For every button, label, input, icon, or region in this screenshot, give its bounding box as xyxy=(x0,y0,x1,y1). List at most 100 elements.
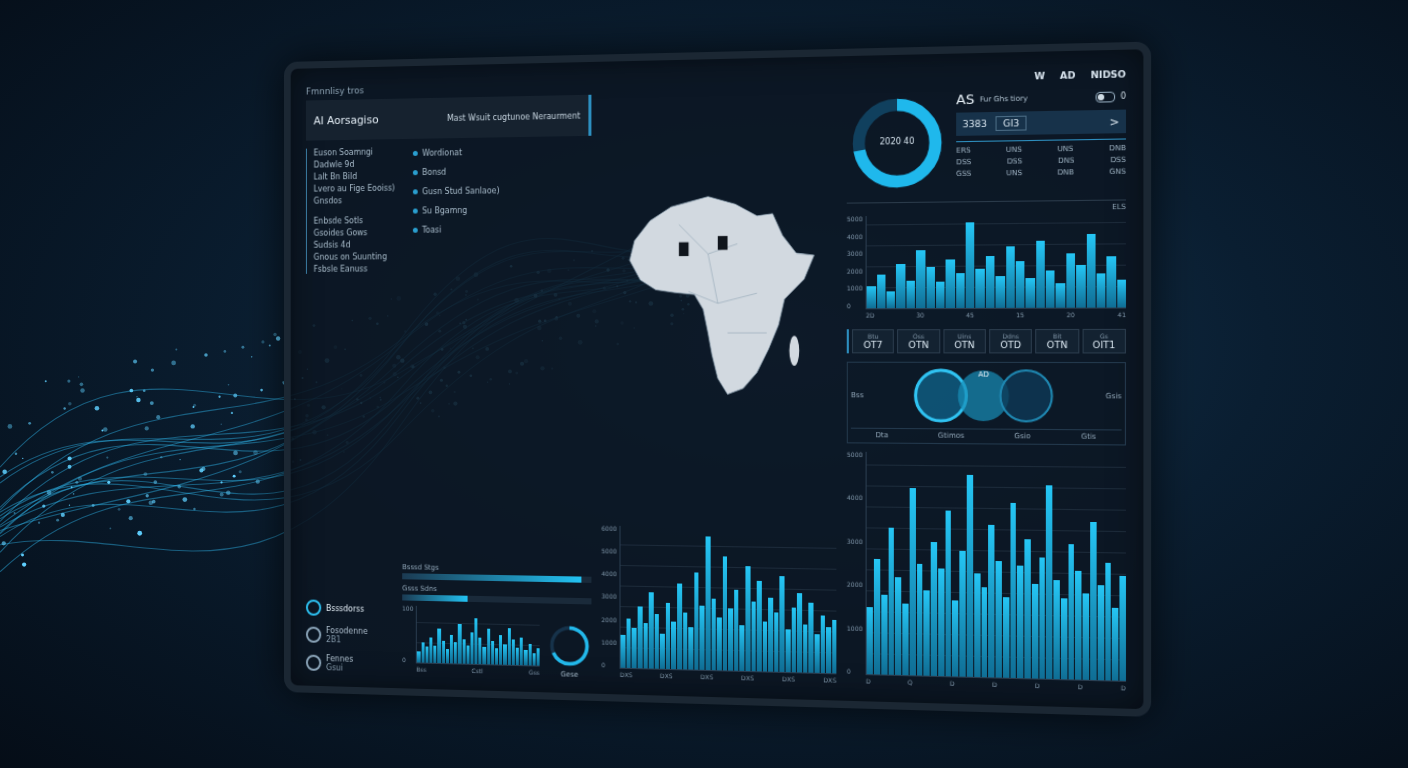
bar xyxy=(902,604,908,675)
nav-item[interactable]: Dadwle 9d xyxy=(314,159,395,169)
tile-value: OIT1 xyxy=(1093,340,1116,351)
africa-map-icon xyxy=(611,178,826,418)
y-tick: 5000 xyxy=(601,548,616,554)
bar xyxy=(1026,278,1035,308)
y-tick: 4000 xyxy=(847,495,863,501)
y-tick: 0 xyxy=(847,668,863,675)
table-cell: ERS xyxy=(956,146,971,155)
nav-item[interactable]: Gsoides Gows xyxy=(314,228,395,238)
gauge: Gese xyxy=(548,623,592,679)
venn-figure: AD xyxy=(868,366,1102,426)
bar xyxy=(1097,274,1106,308)
bar xyxy=(757,580,762,671)
bar xyxy=(528,644,531,666)
nav-item[interactable]: Sudsis 4d xyxy=(314,240,395,250)
bar xyxy=(655,614,660,669)
nav-item[interactable]: Gnsdos xyxy=(314,196,395,206)
bar xyxy=(462,640,465,664)
title: Al Aorsagiso xyxy=(314,113,379,127)
toggle[interactable] xyxy=(1095,91,1115,102)
bullet-dot-icon xyxy=(412,189,417,194)
stage: Fmnnlisy tros Al Aorsagiso Mast Wsuit cu… xyxy=(0,0,1408,768)
nav-list: Euson Soamngi Dadwle 9d Lalt Bn Bild Lvero … xyxy=(306,147,395,274)
bar xyxy=(867,286,876,308)
venn-right-label: Gsis xyxy=(1106,392,1122,401)
tile-label: Btu xyxy=(868,332,879,339)
side-item[interactable]: Fosodenne 2B1 xyxy=(306,626,395,646)
bullet-item[interactable]: Bonsd xyxy=(412,167,499,177)
bar xyxy=(926,267,935,308)
bar xyxy=(520,638,523,665)
side-label: Bsssdorss xyxy=(326,603,364,613)
x-tick: 2D xyxy=(866,312,875,320)
x-tick: 20 xyxy=(1067,312,1075,321)
bottom-left-row: 1000 BssCstlGss Gese xyxy=(402,606,591,680)
bullet-item[interactable]: Su Bgamng xyxy=(412,206,499,216)
bar xyxy=(438,629,441,663)
next-button[interactable]: > xyxy=(1109,114,1119,128)
side-item[interactable]: Bsssdorss xyxy=(306,599,395,617)
bullet-item[interactable]: Toasi xyxy=(412,225,499,235)
x-tick: D xyxy=(866,678,871,687)
bar xyxy=(734,590,739,671)
bar xyxy=(728,609,733,671)
bar xyxy=(524,650,527,665)
bullet-label: Toasi xyxy=(422,225,441,234)
y-axis: 1000 xyxy=(402,606,413,675)
y-axis: 500040003000200010000 xyxy=(847,452,863,687)
side-item[interactable]: Fennes Gsui xyxy=(306,654,395,674)
x-tick: D xyxy=(950,681,955,690)
bullet-item[interactable]: Wordionat xyxy=(412,148,499,159)
bar xyxy=(638,607,643,669)
x-tick: Bss xyxy=(416,666,426,674)
bar xyxy=(956,273,965,308)
table-row: DSSDSSDNSDSS xyxy=(956,156,1126,167)
nav-item[interactable]: Gnous on Suunting xyxy=(314,252,395,262)
nav-item[interactable]: Fsbsle Eanuss xyxy=(314,264,395,274)
y-axis: 500040003000200010000 xyxy=(847,216,863,321)
nav-item[interactable]: Lalt Bn Bild xyxy=(314,171,395,181)
summary-table: ERSUNSUNSDNBDSSDSSDNSDSSGSSUNSDNBGNS xyxy=(956,138,1126,178)
y-tick: 2000 xyxy=(601,617,616,624)
venn-footer-label: Gtis xyxy=(1081,432,1096,441)
bottom-left: Bsssdorss Fosodenne 2B1 Fennes Gsui Bsss… xyxy=(306,561,591,679)
bar xyxy=(1076,264,1085,307)
bar xyxy=(960,551,966,677)
bar xyxy=(1120,576,1126,680)
tile-value: OT7 xyxy=(863,340,882,350)
header: Fmnnlisy tros Al Aorsagiso Mast Wsuit cu… xyxy=(306,80,591,140)
bar xyxy=(1090,522,1096,680)
bar xyxy=(946,260,955,308)
table-row: ERSUNSUNSDNB xyxy=(956,144,1126,155)
bullet-label: Bonsd xyxy=(422,168,446,177)
bar xyxy=(1112,608,1118,681)
y-tick: 5000 xyxy=(847,216,863,222)
x-tick: 45 xyxy=(966,312,974,320)
bar xyxy=(499,635,502,665)
nav-item[interactable]: Euson Soamngi xyxy=(314,147,395,157)
bar xyxy=(683,612,688,669)
bullet-item[interactable]: Gusn Stud Sanlaoe) xyxy=(412,186,499,196)
right-chart-title: ELS xyxy=(1112,203,1126,212)
bullet-dot-icon xyxy=(412,208,417,213)
bar xyxy=(1003,597,1009,678)
nav-item[interactable]: Enbsde Sotls xyxy=(314,216,395,226)
bar xyxy=(1083,594,1089,680)
progress-track xyxy=(402,573,591,583)
bar xyxy=(976,269,985,308)
venn-body: Bss AD Gsis xyxy=(851,366,1122,426)
bullet-label: Wordionat xyxy=(422,148,462,158)
progress-track xyxy=(402,594,591,604)
side-label: Fennes xyxy=(326,654,353,664)
bar xyxy=(507,628,510,665)
venn-left-label: Bss xyxy=(851,391,864,399)
table-cell: DNB xyxy=(1109,144,1126,153)
bars xyxy=(416,606,539,667)
bar xyxy=(666,602,671,669)
nav-item[interactable]: Lvero au Fige Eooiss) xyxy=(314,184,395,194)
x-tick: DXS xyxy=(660,673,673,682)
donut-label: 2020 40 xyxy=(847,136,948,147)
y-tick: 0 xyxy=(601,662,616,669)
bar xyxy=(516,648,519,665)
tile-label: Gs xyxy=(1100,332,1108,339)
